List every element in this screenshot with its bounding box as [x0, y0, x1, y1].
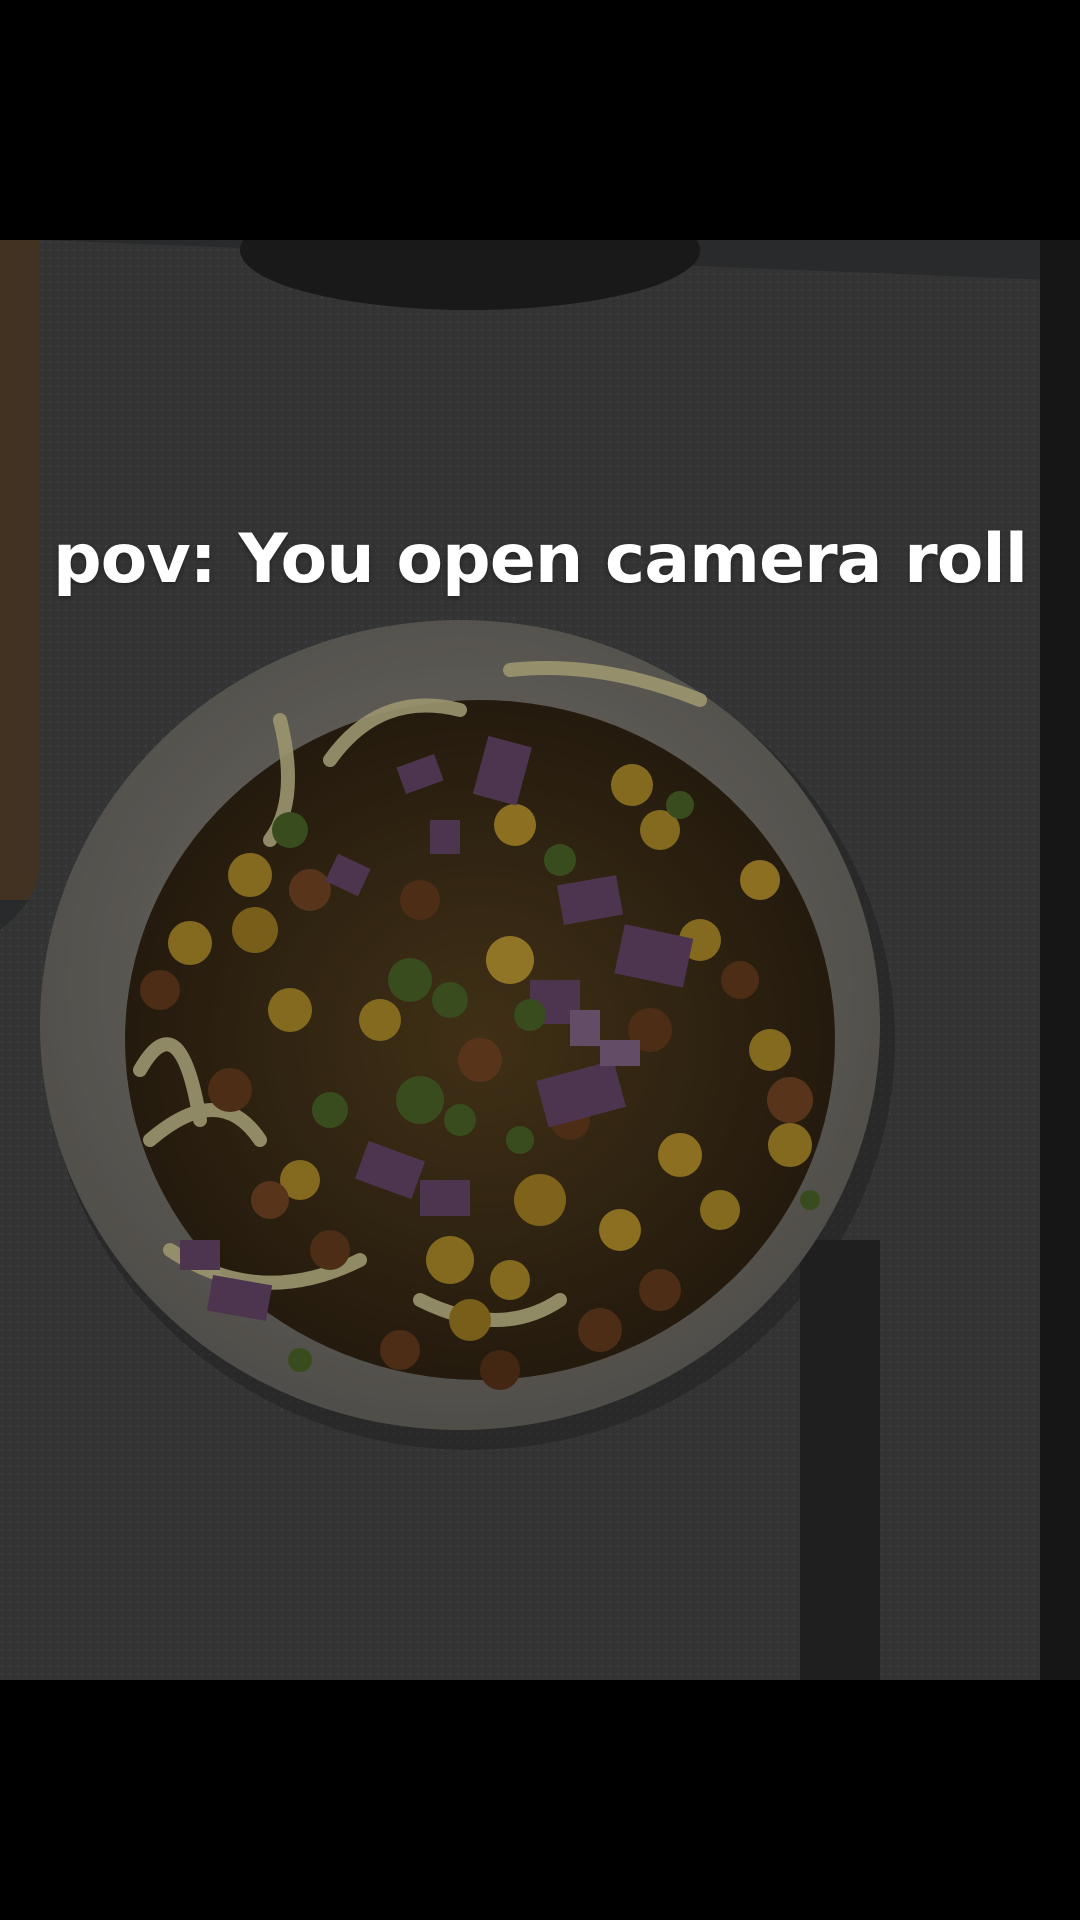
- caption-text: pov: You open camera roll: [52, 520, 1028, 599]
- bowl-illustration: [0, 240, 1080, 1680]
- table-edge: [1040, 240, 1080, 1680]
- food-photo: [0, 240, 1080, 1680]
- towel-stripe: [800, 1240, 880, 1680]
